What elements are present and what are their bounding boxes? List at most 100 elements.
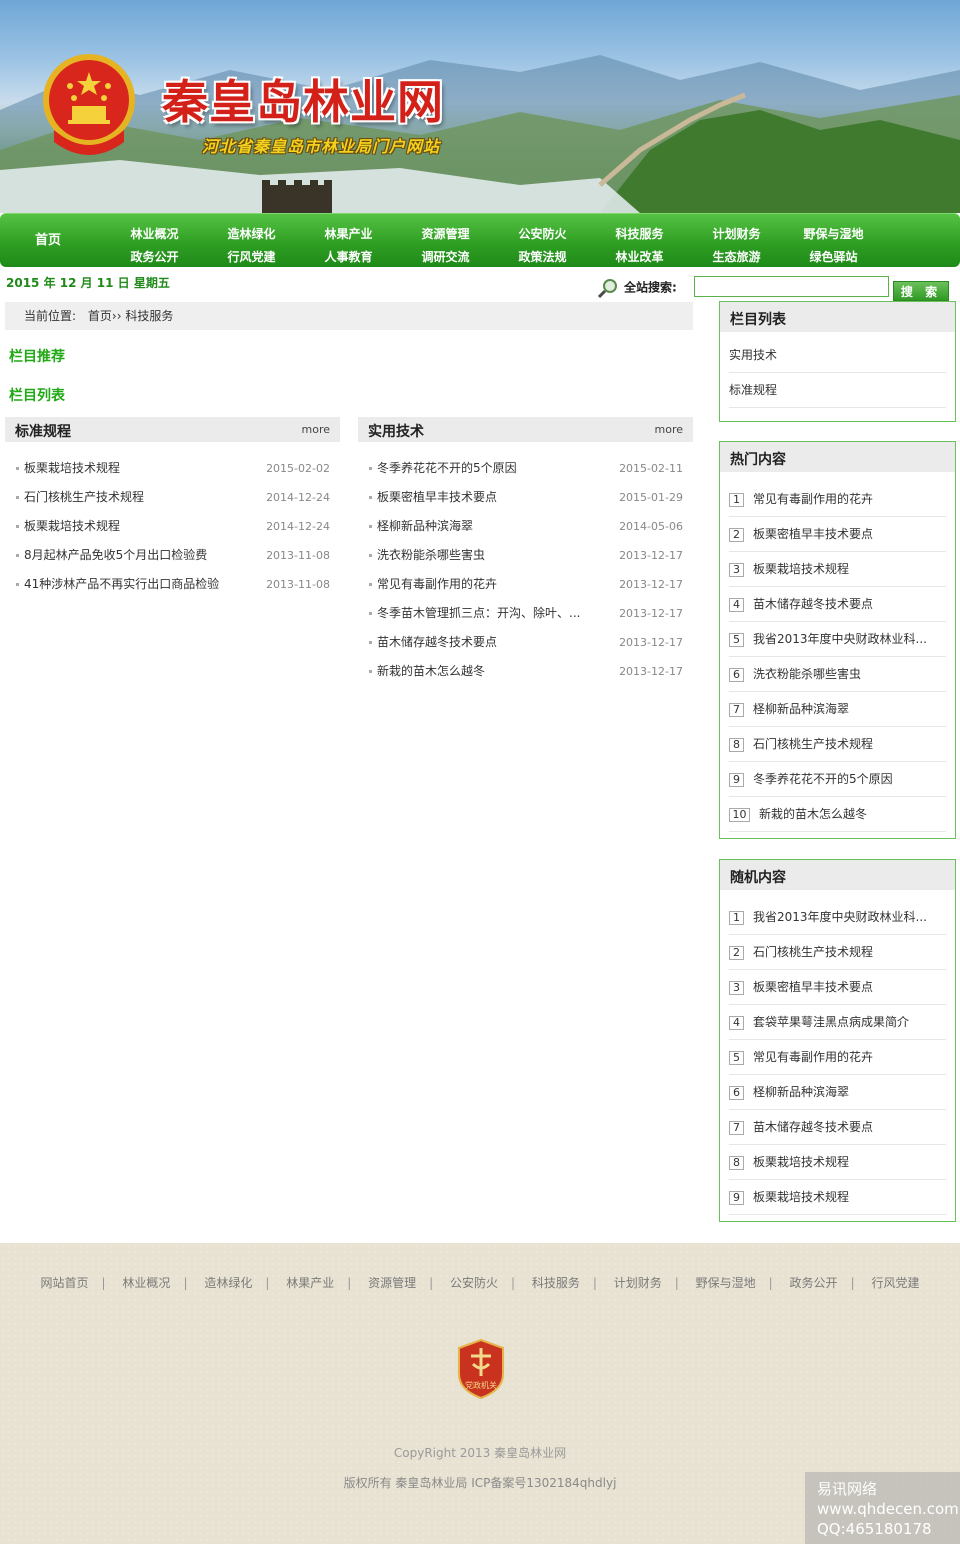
item-title[interactable]: 石门核桃生产技术规程 <box>24 490 144 504</box>
item-title[interactable]: 41种涉林产品不再实行出口商品检验 <box>24 577 219 591</box>
list-item[interactable]: 冬季苗木管理抓三点：开沟、除叶、... 2013-12-17 <box>358 599 693 628</box>
footer-link[interactable]: 林业概况 <box>122 1276 170 1290</box>
list-item[interactable]: 苗木储存越冬技术要点 2013-12-17 <box>358 628 693 657</box>
footer-link[interactable]: 公安防火 <box>450 1276 498 1290</box>
nav-item[interactable]: 林业改革 <box>591 246 688 269</box>
ranked-item[interactable]: 9 板栗栽培技术规程 <box>729 1180 946 1215</box>
item-title[interactable]: 8月起林产品免收5个月出口检验费 <box>24 548 207 562</box>
list-item[interactable]: 板栗栽培技术规程 2014-12-24 <box>5 512 340 541</box>
item-title[interactable]: 板栗栽培技术规程 <box>24 461 120 475</box>
ranked-item-title[interactable]: 板栗密植早丰技术要点 <box>753 527 873 541</box>
search-input[interactable] <box>694 276 889 297</box>
ranked-item-title[interactable]: 我省2013年度中央财政林业科... <box>753 910 927 924</box>
item-title[interactable]: 柽柳新品种滨海翠 <box>377 519 473 533</box>
nav-item[interactable]: 科技服务 <box>591 223 688 246</box>
ranked-item[interactable]: 1 我省2013年度中央财政林业科... <box>729 900 946 935</box>
footer-link[interactable]: 政务公开 <box>790 1276 838 1290</box>
ranked-item-title[interactable]: 常见有毒副作用的花卉 <box>753 492 873 506</box>
ranked-item[interactable]: 2 板栗密植早丰技术要点 <box>729 517 946 552</box>
nav-item[interactable]: 公安防火 <box>494 223 591 246</box>
footer-link[interactable]: 网站首页 <box>41 1276 89 1290</box>
ranked-item-title[interactable]: 石门核桃生产技术规程 <box>753 737 873 751</box>
breadcrumb-home-link[interactable]: 首页 <box>88 309 112 323</box>
breadcrumb-current[interactable]: 科技服务 <box>125 309 173 323</box>
nav-home[interactable]: 首页 <box>0 214 96 268</box>
ranked-item[interactable]: 4 套袋苹果萼洼黑点病成果简介 <box>729 1005 946 1040</box>
list-item[interactable]: 石门核桃生产技术规程 2014-12-24 <box>5 483 340 512</box>
nav-item[interactable]: 计划财务 <box>688 223 785 246</box>
item-title[interactable]: 冬季苗木管理抓三点：开沟、除叶、... <box>377 606 580 620</box>
ranked-item[interactable]: 2 石门核桃生产技术规程 <box>729 935 946 970</box>
item-title[interactable]: 板栗栽培技术规程 <box>24 519 120 533</box>
more-link[interactable]: more <box>655 423 684 436</box>
ranked-item[interactable]: 1 常见有毒副作用的花卉 <box>729 482 946 517</box>
nav-item[interactable]: 林业概况 <box>106 223 203 246</box>
nav-item[interactable]: 造林绿化 <box>203 223 300 246</box>
ranked-item[interactable]: 8 板栗栽培技术规程 <box>729 1145 946 1180</box>
ranked-item[interactable]: 5 常见有毒副作用的花卉 <box>729 1040 946 1075</box>
list-item[interactable]: 新栽的苗木怎么越冬 2013-12-17 <box>358 657 693 686</box>
ranked-item-title[interactable]: 我省2013年度中央财政林业科... <box>753 632 927 646</box>
sidebox-item[interactable]: 实用技术 <box>729 338 946 373</box>
ranked-item-title[interactable]: 柽柳新品种滨海翠 <box>753 1085 849 1099</box>
ranked-item[interactable]: 10 新栽的苗木怎么越冬 <box>729 797 946 832</box>
item-title[interactable]: 板栗密植早丰技术要点 <box>377 490 497 504</box>
nav-item[interactable]: 绿色驿站 <box>785 246 882 269</box>
ranked-item-title[interactable]: 洗衣粉能杀哪些害虫 <box>753 667 861 681</box>
ranked-item-title[interactable]: 新栽的苗木怎么越冬 <box>759 807 867 821</box>
ranked-item[interactable]: 6 洗衣粉能杀哪些害虫 <box>729 657 946 692</box>
nav-item[interactable]: 人事教育 <box>300 246 397 269</box>
nav-item[interactable]: 调研交流 <box>397 246 494 269</box>
nav-item[interactable]: 林果产业 <box>300 223 397 246</box>
ranked-item[interactable]: 5 我省2013年度中央财政林业科... <box>729 622 946 657</box>
ranked-item-title[interactable]: 石门核桃生产技术规程 <box>753 945 873 959</box>
ranked-item[interactable]: 3 板栗密植早丰技术要点 <box>729 970 946 1005</box>
party-government-badge-icon[interactable]: 党政机关 <box>455 1338 507 1400</box>
list-item[interactable]: 柽柳新品种滨海翠 2014-05-06 <box>358 512 693 541</box>
ranked-item-title[interactable]: 冬季养花花不开的5个原因 <box>753 772 893 786</box>
list-item[interactable]: 板栗栽培技术规程 2015-02-02 <box>5 454 340 483</box>
nav-item[interactable]: 生态旅游 <box>688 246 785 269</box>
nav-item[interactable]: 政务公开 <box>106 246 203 269</box>
list-item[interactable]: 常见有毒副作用的花卉 2013-12-17 <box>358 570 693 599</box>
ranked-item[interactable]: 4 苗木储存越冬技术要点 <box>729 587 946 622</box>
search-button[interactable]: 搜 索 <box>893 281 949 301</box>
ranked-item[interactable]: 8 石门核桃生产技术规程 <box>729 727 946 762</box>
nav-item[interactable]: 资源管理 <box>397 223 494 246</box>
ranked-item-title[interactable]: 苗木储存越冬技术要点 <box>753 597 873 611</box>
ranked-item[interactable]: 3 板栗栽培技术规程 <box>729 552 946 587</box>
ranked-item-title[interactable]: 板栗密植早丰技术要点 <box>753 980 873 994</box>
more-link[interactable]: more <box>302 423 331 436</box>
ranked-item[interactable]: 7 柽柳新品种滨海翠 <box>729 692 946 727</box>
footer-link[interactable]: 资源管理 <box>368 1276 416 1290</box>
list-item[interactable]: 洗衣粉能杀哪些害虫 2013-12-17 <box>358 541 693 570</box>
nav-item[interactable]: 行风党建 <box>203 246 300 269</box>
footer-link[interactable]: 野保与湿地 <box>696 1276 756 1290</box>
list-item[interactable]: 板栗密植早丰技术要点 2015-01-29 <box>358 483 693 512</box>
nav-item[interactable]: 野保与湿地 <box>785 223 882 246</box>
footer-link[interactable]: 行风党建 <box>871 1276 919 1290</box>
footer-link[interactable]: 林果产业 <box>286 1276 334 1290</box>
sidebox-item[interactable]: 标准规程 <box>729 373 946 408</box>
footer-link[interactable]: 科技服务 <box>532 1276 580 1290</box>
ranked-item-title[interactable]: 板栗栽培技术规程 <box>753 1190 849 1204</box>
item-title[interactable]: 洗衣粉能杀哪些害虫 <box>377 548 485 562</box>
ranked-item-title[interactable]: 板栗栽培技术规程 <box>753 562 849 576</box>
ranked-item[interactable]: 7 苗木储存越冬技术要点 <box>729 1110 946 1145</box>
list-item[interactable]: 冬季养花花不开的5个原因 2015-02-11 <box>358 454 693 483</box>
footer-link[interactable]: 造林绿化 <box>204 1276 252 1290</box>
ranked-item-title[interactable]: 苗木储存越冬技术要点 <box>753 1120 873 1134</box>
ranked-item[interactable]: 6 柽柳新品种滨海翠 <box>729 1075 946 1110</box>
ranked-item-title[interactable]: 常见有毒副作用的花卉 <box>753 1050 873 1064</box>
list-item[interactable]: 41种涉林产品不再实行出口商品检验 2013-11-08 <box>5 570 340 599</box>
footer-link[interactable]: 计划财务 <box>614 1276 662 1290</box>
ranked-item[interactable]: 9 冬季养花花不开的5个原因 <box>729 762 946 797</box>
item-title[interactable]: 新栽的苗木怎么越冬 <box>377 664 485 678</box>
ranked-item-title[interactable]: 柽柳新品种滨海翠 <box>753 702 849 716</box>
ranked-item-title[interactable]: 套袋苹果萼洼黑点病成果简介 <box>753 1015 909 1029</box>
nav-item[interactable]: 政策法规 <box>494 246 591 269</box>
item-title[interactable]: 冬季养花花不开的5个原因 <box>377 461 517 475</box>
list-item[interactable]: 8月起林产品免收5个月出口检验费 2013-11-08 <box>5 541 340 570</box>
ranked-item-title[interactable]: 板栗栽培技术规程 <box>753 1155 849 1169</box>
item-title[interactable]: 苗木储存越冬技术要点 <box>377 635 497 649</box>
